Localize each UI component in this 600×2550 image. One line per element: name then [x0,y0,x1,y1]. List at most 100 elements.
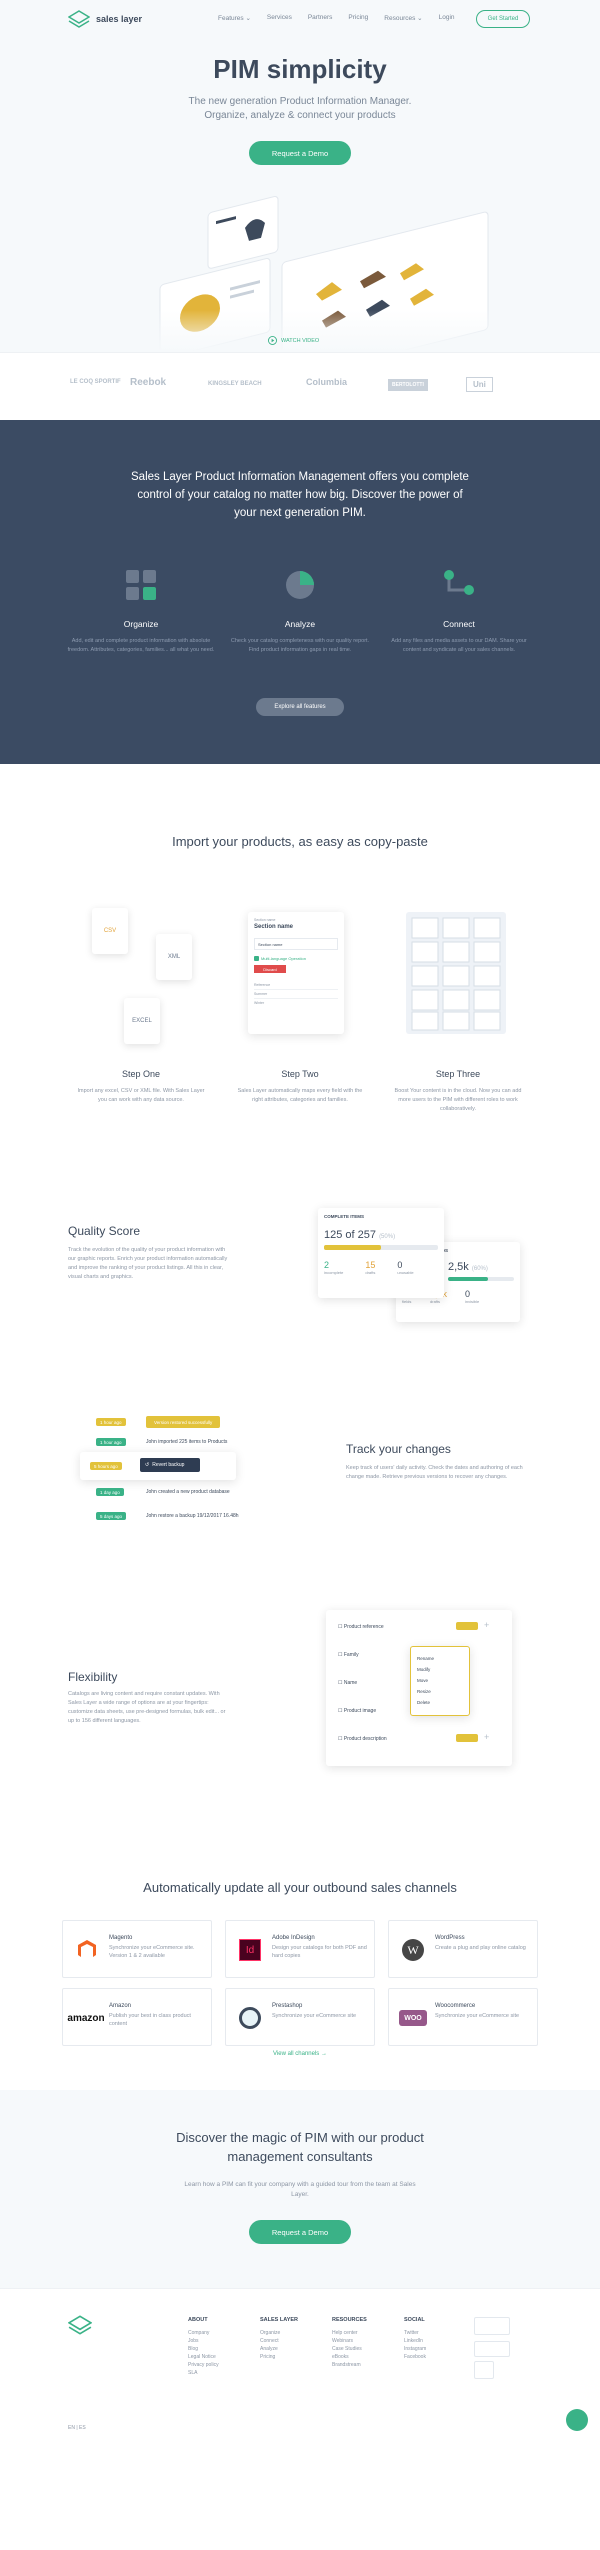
activity-tag: 5 hours ago [90,1462,122,1470]
field-row: ☐ Product image [338,1708,377,1714]
menu-move[interactable]: Move [417,1675,463,1686]
activity-tag: 1 hour ago [96,1418,126,1426]
footer-col-resources: RESOURCES Help center Webinars Case Stud… [332,2317,367,2369]
magento-icon [73,1937,101,1963]
step-title: Step Two [281,1069,319,1079]
footer-link[interactable]: Help center [332,2329,367,2337]
feature-analyze: Analyze Check your catalog completeness … [225,568,375,655]
nav-services[interactable]: Services [267,14,292,22]
product-grid-illustration [406,912,506,1034]
nav-login[interactable]: Login [439,14,455,22]
step-title: Step Three [435,1069,481,1079]
nav-features[interactable]: Features ⌄ [218,14,251,22]
complete-progress-bar [324,1245,381,1250]
field-row: ☐ Name [338,1680,358,1686]
chat-launcher-icon[interactable] [566,2409,588,2431]
channel-wordpress[interactable]: W WordPress Create a plug and play onlin… [388,1920,538,1978]
footer-link[interactable]: Analyze [260,2345,298,2353]
step-three: Step Three Boost Your content is in the … [393,1069,523,1114]
indesign-icon: Id [236,1937,264,1963]
watch-video-label: WATCH VIDEO [281,337,320,344]
field-row: ☐ Family [338,1652,359,1658]
footer-link[interactable]: Facebook [404,2353,426,2361]
request-demo-button-2[interactable]: Request a Demo [249,2220,351,2244]
channel-woocommerce[interactable]: WOO Woocommerce Synchronize your eCommer… [388,1988,538,2046]
field-type-badge [456,1734,478,1742]
track-desc: Keep track of users' daily activity. Che… [346,1465,523,1480]
sales-channels-section: Automatically update all your outbound s… [0,1810,600,2090]
magic-title: Discover the magic of PIM with our produ… [176,2130,424,2164]
client-logos: LE COQ SPORTIF Reebok KINGSLEY BEACH Col… [0,352,600,420]
activity-tag: 1 hour ago [96,1438,126,1446]
logo-bertolotti: BERTOLOTTI [388,379,428,391]
menu-delete[interactable]: Delete [417,1697,463,1708]
nav-pricing[interactable]: Pricing [348,14,368,22]
menu-resize[interactable]: Resize [417,1686,463,1697]
step-desc: Import any excel, CSV or XML file. With … [77,1088,205,1103]
add-field-icon[interactable]: + [484,1732,489,1742]
footer-link[interactable]: eBooks [332,2353,367,2361]
footer-link[interactable]: Instagram [404,2345,426,2353]
footer-logo-icon[interactable] [68,2315,92,2335]
footer-link[interactable]: SLA [188,2369,219,2377]
nav-partners[interactable]: Partners [308,14,333,22]
feature-desc: Check your catalog completeness with our… [230,638,370,653]
footer-link[interactable]: Webinars [332,2337,367,2345]
activity-text: John created a new product database [146,1489,230,1495]
channel-prestashop[interactable]: Prestashop Synchronize your eCommerce si… [225,1988,375,2046]
wordpress-icon: W [399,1937,427,1963]
footer-link[interactable]: Organize [260,2329,298,2337]
features-overview: Sales Layer Product Information Manageme… [0,420,600,764]
footer-link[interactable]: Legal Notice [188,2353,219,2361]
nav-resources[interactable]: Resources ⌄ [384,14,422,22]
footer-link[interactable]: Brandstream [332,2361,367,2369]
field-row: ☐ Product description [338,1736,387,1742]
connect-icon [444,570,474,595]
watch-video-link[interactable]: WATCH VIDEO [268,336,319,345]
activity-tag: 5 days ago [96,1512,127,1520]
footer-link[interactable]: Twitter [404,2329,426,2337]
menu-rename[interactable]: Rename [417,1653,463,1664]
step-two: Step Two Sales Layer automatically maps … [235,1069,365,1105]
logo[interactable]: sales layer [68,10,142,28]
datasheet-editor-mockup: ☐ Product reference + ☐ Family ☐ Name ☐ … [326,1610,512,1766]
prestashop-icon [236,2005,264,2031]
csv-file-icon: CSV [92,908,128,954]
footer-link[interactable]: Case Studies [332,2345,367,2353]
add-field-icon[interactable]: + [484,1620,489,1630]
logo-uni: Uni [466,377,493,392]
discard-button[interactable]: Discard [254,965,286,973]
flexibility-section: Flexibility Catalogs are living content … [0,1582,600,1810]
explore-features-button[interactable]: Explore all features [256,698,344,716]
checkbox-icon[interactable] [254,956,259,961]
flexibility-title: Flexibility [68,1670,118,1684]
import-title: Import your products, as easy as copy-pa… [172,834,428,849]
import-section: Import your products, as easy as copy-pa… [0,764,600,1160]
logo-columbia: Columbia [306,377,348,387]
channel-amazon[interactable]: amazon Amazon Publish your best in class… [62,1988,212,2046]
hero-subtitle-line1: The new generation Product Information M… [188,96,412,107]
top-nav: sales layer Features ⌄ Services Partners… [0,10,600,30]
footer-link[interactable]: Company [188,2329,219,2337]
footer-link[interactable]: Blog [188,2345,219,2353]
hero-section: sales layer Features ⌄ Services Partners… [0,0,600,352]
channel-indesign[interactable]: Id Adobe InDesign Design your catalogs f… [225,1920,375,1978]
feature-title: Analyze [284,619,316,629]
menu-modify[interactable]: Modify [417,1664,463,1675]
footer-link[interactable]: Privacy policy [188,2361,219,2369]
view-all-channels-link[interactable]: View all channels → [0,2051,600,2057]
woocommerce-icon: WOO [399,2005,427,2031]
footer-col-about: ABOUT Company Jobs Blog Legal Notice Pri… [188,2317,219,2377]
certification-badge [474,2341,510,2357]
channel-magento[interactable]: Magento Synchronize your eCommerce site.… [62,1920,212,1978]
footer-link[interactable]: Jobs [188,2337,219,2345]
footer-link[interactable]: Connect [260,2337,298,2345]
revert-backup-button[interactable]: ↺ Revert backup [140,1458,200,1472]
language-switch[interactable]: EN | ES [68,2425,86,2431]
request-demo-button[interactable]: Request a Demo [249,141,351,165]
organize-icon [126,570,156,600]
footer-link[interactable]: Pricing [260,2353,298,2361]
feature-desc: Add any files and media assets to our DA… [391,638,527,653]
footer-link[interactable]: LinkedIn [404,2337,426,2345]
get-started-button[interactable]: Get Started [476,10,530,28]
